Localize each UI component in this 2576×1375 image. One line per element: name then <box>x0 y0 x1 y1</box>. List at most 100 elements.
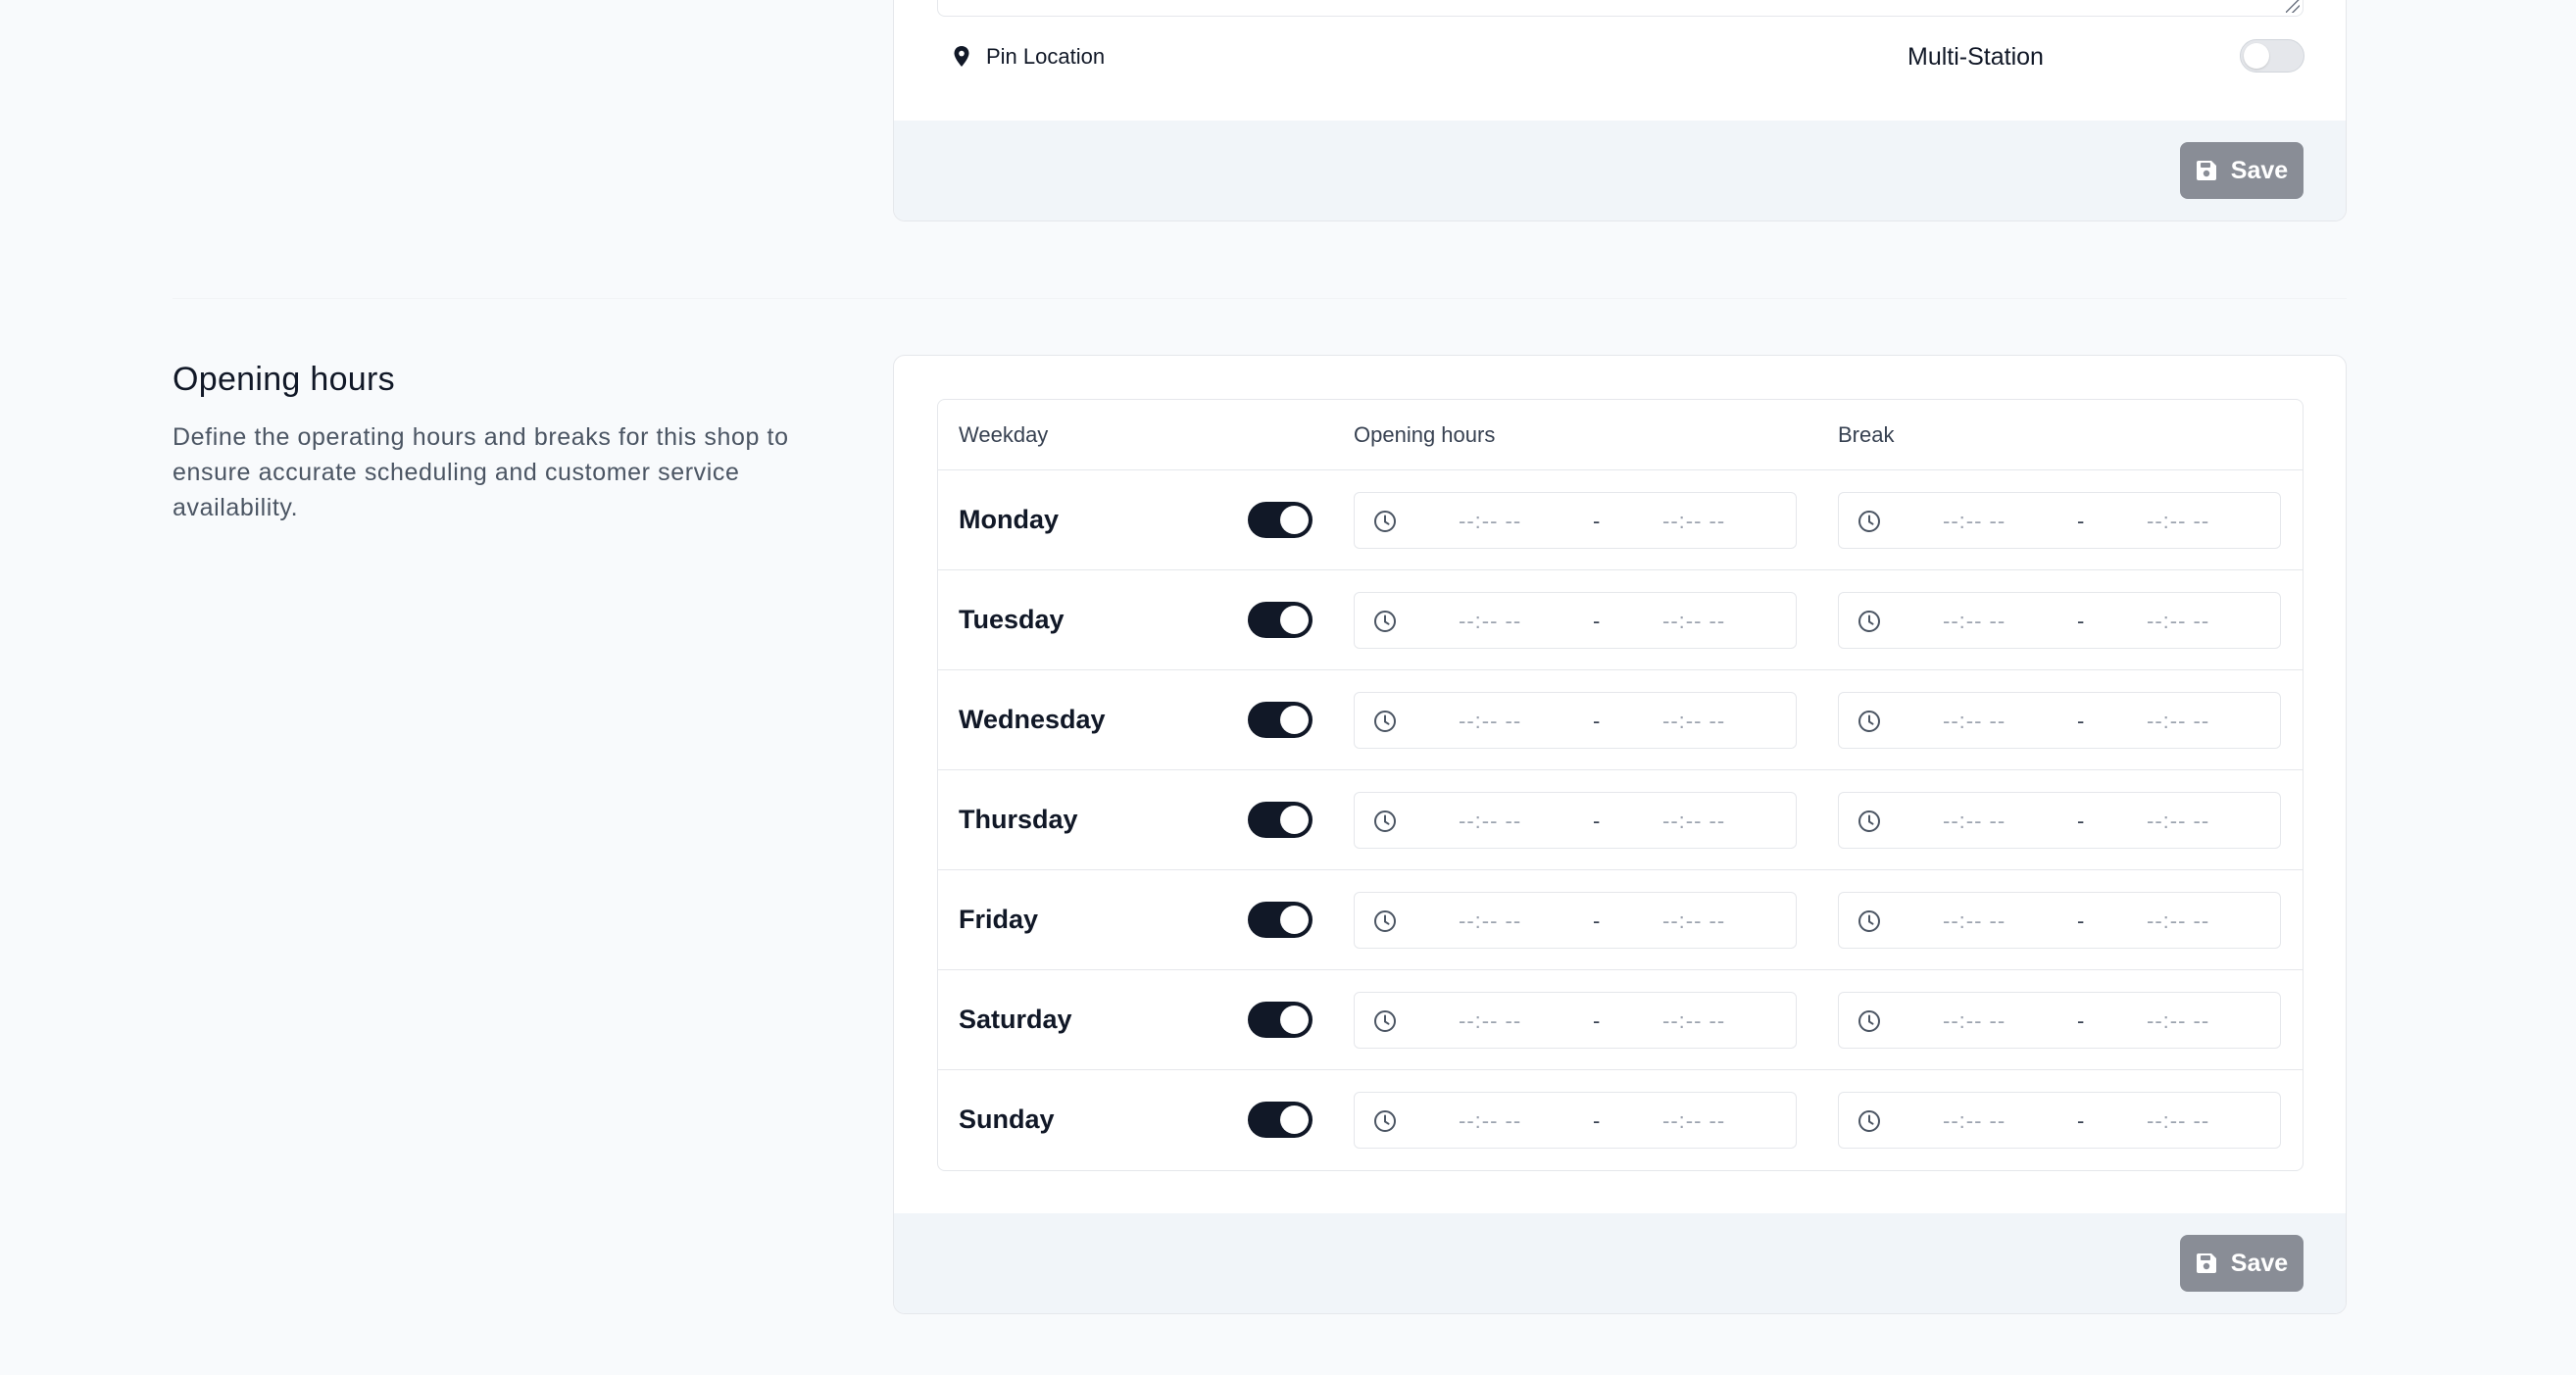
break-range[interactable]: --:-- -- - --:-- -- <box>1838 592 2281 649</box>
start-time-input[interactable]: --:-- -- <box>1943 893 2006 948</box>
start-time-input[interactable]: --:-- -- <box>1459 1093 1521 1148</box>
end-time-input[interactable]: --:-- -- <box>2147 593 2209 648</box>
address-textarea[interactable] <box>937 0 2304 17</box>
break-range[interactable]: --:-- -- - --:-- -- <box>1838 792 2281 849</box>
day-name: Thursday <box>959 805 1078 834</box>
range-separator: - <box>1593 908 1601 933</box>
end-time-input[interactable]: --:-- -- <box>1662 993 1725 1048</box>
multi-station-label: Multi-Station <box>1907 43 2044 71</box>
day-enabled-toggle[interactable] <box>1248 902 1313 938</box>
day-enabled-toggle[interactable] <box>1248 1002 1313 1038</box>
day-enabled-toggle[interactable] <box>1248 802 1313 838</box>
section-divider <box>173 298 2347 299</box>
floppy-disk-icon <box>2196 161 2216 180</box>
clock-icon <box>1374 511 1396 532</box>
end-time-input[interactable]: --:-- -- <box>1662 493 1725 548</box>
section-title: Opening hours <box>173 361 395 398</box>
clock-icon <box>1374 611 1396 632</box>
start-time-input[interactable]: --:-- -- <box>1459 793 1521 848</box>
start-time-input[interactable]: --:-- -- <box>1943 1093 2006 1148</box>
start-time-input[interactable]: --:-- -- <box>1459 593 1521 648</box>
save-button-label: Save <box>2230 1249 2289 1277</box>
opening-hours-range[interactable]: --:-- -- - --:-- -- <box>1354 592 1797 649</box>
range-separator: - <box>1593 1108 1601 1133</box>
location-card: Pin Location Multi-Station Save <box>893 0 2347 221</box>
start-time-input[interactable]: --:-- -- <box>1459 893 1521 948</box>
end-time-input[interactable]: --:-- -- <box>1662 1093 1725 1148</box>
opening-hours-range[interactable]: --:-- -- - --:-- -- <box>1354 492 1797 549</box>
opening-hours-card: Weekday Opening hours Break Monday --:-- … <box>893 355 2347 1314</box>
end-time-input[interactable]: --:-- -- <box>2147 993 2209 1048</box>
end-time-input[interactable]: --:-- -- <box>2147 1093 2209 1148</box>
start-time-input[interactable]: --:-- -- <box>1943 593 2006 648</box>
toggle-knob <box>1280 806 1309 834</box>
day-enabled-toggle[interactable] <box>1248 702 1313 738</box>
opening-hours-range[interactable]: --:-- -- - --:-- -- <box>1354 1092 1797 1149</box>
start-time-input[interactable]: --:-- -- <box>1943 493 2006 548</box>
start-time-input[interactable]: --:-- -- <box>1943 793 2006 848</box>
clock-icon <box>1374 910 1396 932</box>
day-name: Tuesday <box>959 605 1065 634</box>
range-separator: - <box>2077 908 2085 933</box>
day-row-saturday: Saturday --:-- -- - --:-- -- --:-- -- - --:-- … <box>938 970 2303 1070</box>
range-separator: - <box>2077 809 2085 833</box>
break-range[interactable]: --:-- -- - --:-- -- <box>1838 992 2281 1049</box>
range-separator: - <box>2077 1008 2085 1033</box>
clock-icon <box>1374 1010 1396 1032</box>
map-pin-icon <box>954 46 969 67</box>
opening-hours-range[interactable]: --:-- -- - --:-- -- <box>1354 992 1797 1049</box>
end-time-input[interactable]: --:-- -- <box>1662 593 1725 648</box>
weekday-column-header: Weekday <box>959 422 1049 447</box>
end-time-input[interactable]: --:-- -- <box>2147 493 2209 548</box>
break-range[interactable]: --:-- -- - --:-- -- <box>1838 892 2281 949</box>
multi-station-toggle[interactable] <box>2240 39 2304 73</box>
end-time-input[interactable]: --:-- -- <box>1662 793 1725 848</box>
save-location-button[interactable]: Save <box>2180 142 2304 199</box>
day-row-monday: Monday --:-- -- - --:-- -- --:-- -- - --:-- -- <box>938 470 2303 570</box>
start-time-input[interactable]: --:-- -- <box>1459 493 1521 548</box>
end-time-input[interactable]: --:-- -- <box>2147 893 2209 948</box>
opening-hours-range[interactable]: --:-- -- - --:-- -- <box>1354 792 1797 849</box>
opening-hours-range[interactable]: --:-- -- - --:-- -- <box>1354 692 1797 749</box>
save-button-label: Save <box>2230 156 2289 184</box>
resize-handle[interactable] <box>2286 0 2300 13</box>
break-range[interactable]: --:-- -- - --:-- -- <box>1838 1092 2281 1149</box>
range-separator: - <box>2077 1108 2085 1133</box>
pin-location-label: Pin Location <box>986 44 1106 69</box>
start-time-input[interactable]: --:-- -- <box>1943 693 2006 748</box>
day-row-thursday: Thursday --:-- -- - --:-- -- --:-- -- - --:-- … <box>938 770 2303 870</box>
toggle-knob <box>1280 906 1309 934</box>
day-row-sunday: Sunday --:-- -- - --:-- -- --:-- -- - --:-- -- <box>938 1070 2303 1170</box>
clock-icon <box>1858 1010 1880 1032</box>
opening-hours-range[interactable]: --:-- -- - --:-- -- <box>1354 892 1797 949</box>
break-range[interactable]: --:-- -- - --:-- -- <box>1838 692 2281 749</box>
clock-icon <box>1858 1110 1880 1132</box>
end-time-input[interactable]: --:-- -- <box>1662 693 1725 748</box>
start-time-input[interactable]: --:-- -- <box>1459 693 1521 748</box>
start-time-input[interactable]: --:-- -- <box>1943 993 2006 1048</box>
day-enabled-toggle[interactable] <box>1248 1102 1313 1138</box>
opening-hours-column-header: Opening hours <box>1354 422 1496 447</box>
end-time-input[interactable]: --:-- -- <box>1662 893 1725 948</box>
clock-icon <box>1858 511 1880 532</box>
day-enabled-toggle[interactable] <box>1248 502 1313 538</box>
end-time-input[interactable]: --:-- -- <box>2147 693 2209 748</box>
range-separator: - <box>2077 509 2085 533</box>
range-separator: - <box>2077 709 2085 733</box>
day-name: Sunday <box>959 1105 1055 1134</box>
start-time-input[interactable]: --:-- -- <box>1459 993 1521 1048</box>
floppy-disk-icon <box>2196 1253 2216 1273</box>
range-separator: - <box>1593 809 1601 833</box>
toggle-knob <box>1280 1006 1309 1034</box>
day-row-friday: Friday --:-- -- - --:-- -- --:-- -- - --:-- -- <box>938 870 2303 970</box>
day-enabled-toggle[interactable] <box>1248 602 1313 638</box>
range-separator: - <box>2077 609 2085 633</box>
pin-location-button[interactable]: Pin Location <box>953 40 1105 74</box>
toggle-knob <box>1280 506 1309 534</box>
end-time-input[interactable]: --:-- -- <box>2147 793 2209 848</box>
save-opening-hours-button[interactable]: Save <box>2180 1235 2304 1292</box>
clock-icon <box>1374 1110 1396 1132</box>
day-rows: Monday --:-- -- - --:-- -- --:-- -- - --:-- --… <box>938 470 2303 1170</box>
break-range[interactable]: --:-- -- - --:-- -- <box>1838 492 2281 549</box>
section-description: Define the operating hours and breaks fo… <box>173 423 789 521</box>
